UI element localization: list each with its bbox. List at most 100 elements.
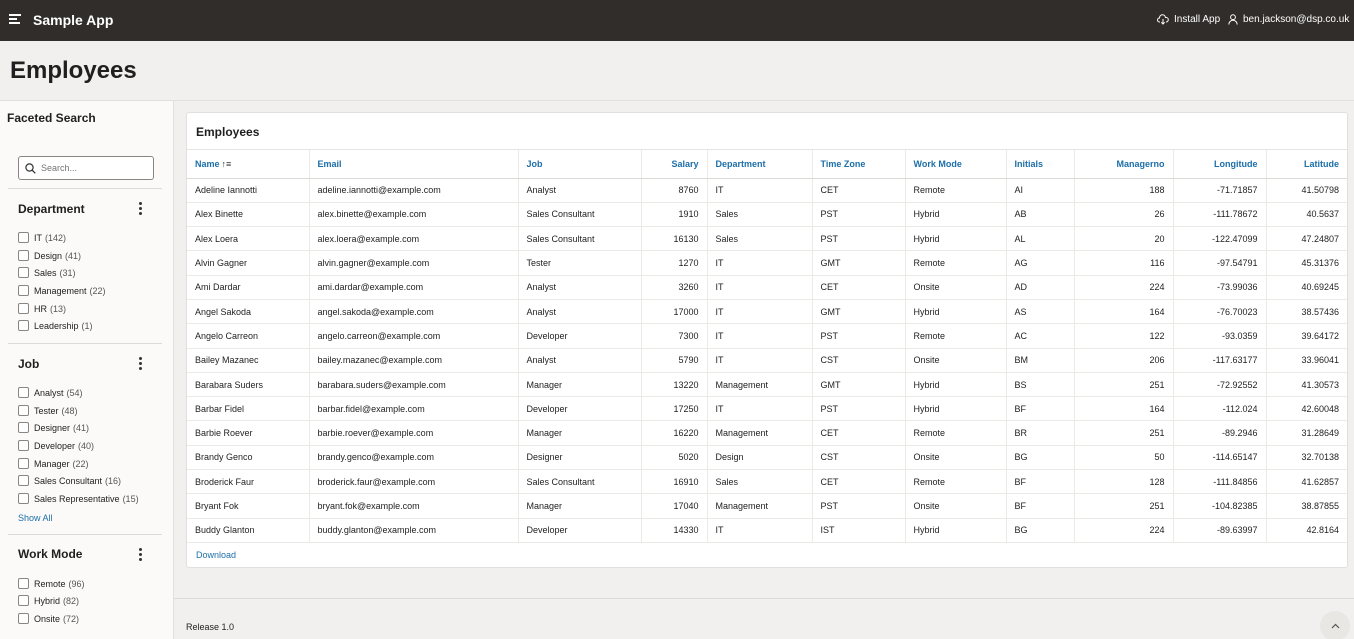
table-cell-job: Analyst: [518, 275, 642, 300]
checkbox[interactable]: [18, 493, 29, 504]
table-cell-salary: 5020: [641, 445, 708, 471]
column-header-managerno[interactable]: Managerno: [1074, 150, 1174, 179]
facet-option-it[interactable]: IT (142): [18, 232, 66, 243]
facet-option-hybrid[interactable]: Hybrid (82): [18, 595, 79, 606]
table-cell-name: Ami Dardar: [187, 275, 310, 300]
main-content: Employees Name ↑≡ Email Job Salary Depart…: [174, 101, 1354, 639]
checkbox[interactable]: [18, 422, 29, 433]
facet-option-management[interactable]: Management (22): [18, 285, 106, 296]
facet-option-label: Analyst: [34, 387, 64, 398]
facet-option-tester[interactable]: Tester (48): [18, 405, 78, 416]
checkbox[interactable]: [18, 458, 29, 469]
table-cell-longitude: -93.0359: [1173, 323, 1267, 349]
table-cell-job: Developer: [518, 323, 642, 349]
table-row: Adeline Iannotti adeline.iannotti@example…: [187, 178, 1347, 203]
facet-option-leadership[interactable]: Leadership (1): [18, 320, 93, 331]
facet-option-sales-representative[interactable]: Sales Representative (15): [18, 493, 139, 504]
checkbox[interactable]: [18, 267, 29, 278]
facet-option-count: (96): [68, 578, 85, 589]
column-header-name[interactable]: Name ↑≡: [187, 150, 310, 179]
table-row: Bailey Mazanec bailey.mazanec@example.com…: [187, 348, 1347, 373]
table-cell-email: barabara.suders@example.com: [309, 372, 519, 398]
table-cell-time-zone: CET: [812, 420, 906, 446]
checkbox[interactable]: [18, 285, 29, 296]
checkbox[interactable]: [18, 595, 29, 606]
facet-option-count: (40): [78, 440, 95, 451]
column-header-time-zone[interactable]: Time Zone: [812, 150, 906, 179]
facet-option-developer[interactable]: Developer (40): [18, 440, 94, 451]
checkbox[interactable]: [18, 387, 29, 398]
checkbox[interactable]: [18, 578, 29, 589]
table-row: Brandy Genco brandy.genco@example.com Desi…: [187, 445, 1347, 471]
table-cell-department: Management: [707, 420, 813, 446]
checkbox[interactable]: [18, 405, 29, 416]
sort-ascending-icon: ↑≡: [221, 158, 232, 169]
column-header-work-mode[interactable]: Work Mode: [905, 150, 1007, 179]
table-header-row: Name ↑≡ Email Job Salary Department Time …: [187, 150, 1347, 179]
column-header-latitude[interactable]: Latitude: [1266, 150, 1347, 179]
facet-option-label: Sales Representative: [34, 493, 120, 504]
table-cell-department: IT: [707, 323, 813, 349]
checkbox[interactable]: [18, 250, 29, 261]
facet-option-label: Management: [34, 285, 87, 296]
table-cell-managerno: 251: [1074, 420, 1174, 446]
checkbox[interactable]: [18, 613, 29, 624]
kebab-menu-icon[interactable]: [139, 202, 143, 217]
table-cell-longitude: -114.65147: [1173, 445, 1267, 471]
column-header-job[interactable]: Job: [518, 150, 642, 179]
show-all-link[interactable]: Show All: [18, 513, 53, 523]
facet-option-designer[interactable]: Designer (41): [18, 422, 89, 433]
table-cell-name: Angel Sakoda: [187, 299, 310, 325]
kebab-menu-icon[interactable]: [139, 357, 143, 372]
app-title[interactable]: Sample App: [33, 12, 113, 28]
column-header-initials[interactable]: Initials: [1006, 150, 1075, 179]
facet-option-onsite[interactable]: Onsite (72): [18, 613, 79, 624]
facet-option-remote[interactable]: Remote (96): [18, 578, 85, 589]
facet-option-manager[interactable]: Manager (22): [18, 458, 89, 469]
checkbox[interactable]: [18, 303, 29, 314]
scroll-to-top-button[interactable]: [1320, 611, 1350, 639]
column-header-longitude[interactable]: Longitude: [1173, 150, 1267, 179]
hamburger-menu-icon[interactable]: [9, 14, 21, 24]
table-cell-department: IT: [707, 250, 813, 276]
column-header-email[interactable]: Email: [309, 150, 519, 179]
user-menu[interactable]: ben.jackson@dsp.co.uk: [1228, 14, 1354, 25]
table-cell-managerno: 251: [1074, 372, 1174, 398]
facet-option-count: (54): [66, 387, 83, 398]
facet-search-input[interactable]: [41, 163, 141, 173]
table-cell-department: IT: [707, 396, 813, 422]
table-cell-name: Brandy Genco: [187, 445, 310, 471]
table-cell-longitude: -97.54791: [1173, 250, 1267, 276]
install-app-button[interactable]: Install App: [1157, 14, 1220, 25]
facet-option-sales[interactable]: Sales (31): [18, 267, 76, 278]
table-cell-job: Manager: [518, 372, 642, 398]
facet-option-sales-consultant[interactable]: Sales Consultant (16): [18, 475, 121, 486]
table-cell-latitude: 41.62857: [1266, 469, 1347, 495]
checkbox[interactable]: [18, 232, 29, 243]
checkbox[interactable]: [18, 440, 29, 451]
table-cell-managerno: 26: [1074, 202, 1174, 228]
facet-option-design[interactable]: Design (41): [18, 250, 81, 261]
facet-option-count: (41): [65, 250, 82, 261]
checkbox[interactable]: [18, 320, 29, 331]
table-cell-time-zone: CET: [812, 275, 906, 300]
facet-option-count: (142): [45, 232, 67, 243]
facet-option-hr[interactable]: HR (13): [18, 303, 66, 314]
table-cell-work-mode: Hybrid: [905, 202, 1007, 228]
table-cell-department: Design: [707, 445, 813, 471]
facet-option-analyst[interactable]: Analyst (54): [18, 387, 83, 398]
download-link[interactable]: Download: [196, 550, 236, 560]
kebab-menu-icon[interactable]: [139, 548, 143, 563]
table-cell-name: Barabara Suders: [187, 372, 310, 398]
table-cell-salary: 3260: [641, 275, 708, 300]
facet-search-box[interactable]: [18, 156, 154, 180]
checkbox[interactable]: [18, 475, 29, 486]
column-header-salary[interactable]: Salary: [641, 150, 708, 179]
table-cell-managerno: 224: [1074, 275, 1174, 300]
table-cell-department: IT: [707, 348, 813, 373]
top-navigation-bar: Sample App Install App ben.jackson@dsp.c…: [0, 0, 1354, 41]
facet-option-label: Remote: [34, 578, 66, 589]
table-cell-name: Bryant Fok: [187, 493, 310, 519]
column-header-department[interactable]: Department: [707, 150, 813, 179]
table-cell-work-mode: Hybrid: [905, 518, 1007, 543]
